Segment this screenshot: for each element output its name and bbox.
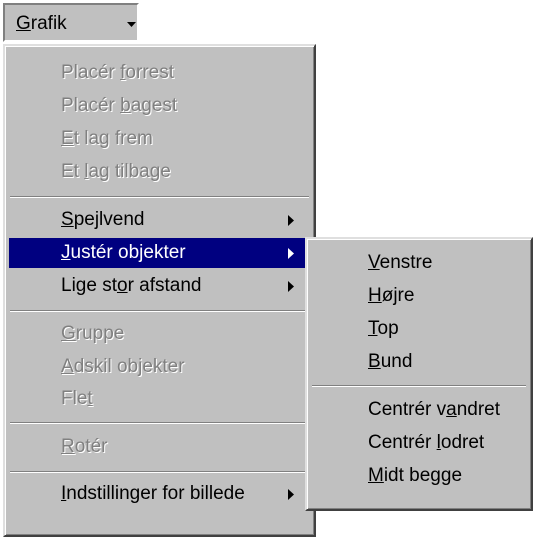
juster-objekter-submenu: Venstre Højre Top Bund Centrér vandret C… [305,237,533,511]
submenu-arrow-icon [288,215,294,226]
grafik-menu-button[interactable]: Grafik [3,3,139,42]
menu-item-label: Et lag frem [61,128,153,149]
menu-separator [10,196,309,198]
submenu-item-centrer-vandret[interactable]: Centrér vandret [311,395,527,425]
menu-item-label: Placér bagest [61,95,178,116]
menu-item-label: Centrér lodret [368,432,485,453]
menu-item-label: Gruppe [61,323,125,344]
submenu-item-centrer-lodret[interactable]: Centrér lodret [311,428,527,458]
submenu-arrow-icon [288,248,294,259]
menu-item-roter[interactable]: Rotér [9,432,310,462]
menu-item-label: Højre [368,285,415,306]
menu-item-label: Rotér [61,436,108,457]
chevron-down-icon [127,22,136,27]
menu-item-label: Bund [368,351,413,372]
menu-item-label: Lige stor afstand [61,275,202,296]
menu-item-adskil-objekter[interactable]: Adskil objekter [9,352,310,382]
menu-item-et-lag-frem[interactable]: Et lag frem [9,124,310,154]
submenu-separator [312,385,526,387]
menu-item-label: Top [368,318,399,339]
grafik-dropdown-menu: Placér forrest Placér bagest Et lag frem… [3,44,316,537]
menu-item-gruppe[interactable]: Gruppe [9,319,310,349]
menu-item-spejlvend[interactable]: Spejlvend [9,205,310,235]
menu-item-label: Indstillinger for billede [61,483,245,504]
menu-item-label: Adskil objekter [61,356,185,377]
menu-item-flet[interactable]: Flet [9,384,310,414]
menu-item-label: Spejlvend [61,209,145,230]
menu-separator [10,471,309,473]
submenu-arrow-icon [288,489,294,500]
submenu-item-hojre[interactable]: Højre [311,281,527,311]
menu-item-label: Et lag tilbage [61,161,171,182]
menu-separator [10,310,309,312]
menu-item-juster-objekter[interactable]: Justér objekter [9,238,310,268]
menu-separator [10,422,309,424]
menu-item-label: Justér objekter [61,242,186,263]
grafik-menu-label: Grafik [16,13,67,34]
menu-item-label: Venstre [368,252,433,273]
menu-item-lige-stor-afstand[interactable]: Lige stor afstand [9,271,310,301]
submenu-arrow-icon [288,281,294,292]
menu-item-label: Midt begge [368,465,463,486]
menu-item-et-lag-tilbage[interactable]: Et lag tilbage [9,157,310,187]
submenu-item-bund[interactable]: Bund [311,347,527,377]
menu-item-label: Centrér vandret [368,399,501,420]
menu-item-placer-forrest[interactable]: Placér forrest [9,58,310,88]
submenu-item-venstre[interactable]: Venstre [311,248,527,278]
menu-item-indstillinger-for-billede[interactable]: Indstillinger for billede [9,479,310,509]
menu-item-label: Flet [61,388,93,409]
menu-item-placer-bagest[interactable]: Placér bagest [9,91,310,121]
menu-item-label: Placér forrest [61,62,174,83]
submenu-item-top[interactable]: Top [311,314,527,344]
submenu-item-midt-begge[interactable]: Midt begge [311,461,527,491]
